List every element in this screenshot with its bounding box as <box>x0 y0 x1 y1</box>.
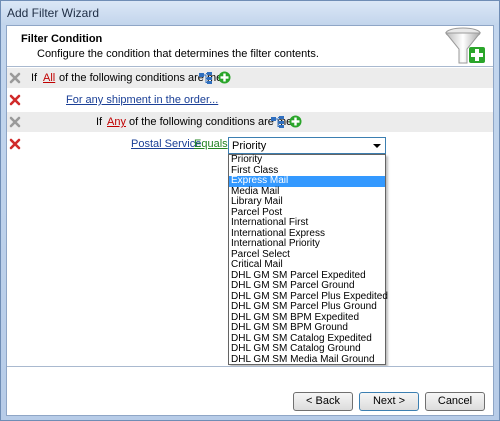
wizard-footer: < Back Next > Cancel <box>7 366 493 415</box>
window-title: Add Filter Wizard <box>7 6 100 20</box>
page-subtitle: Configure the condition that determines … <box>37 48 319 60</box>
delete-x-icon[interactable] <box>9 138 21 150</box>
if-label: If <box>31 72 38 84</box>
match-all-link[interactable]: All <box>43 72 55 84</box>
dropdown-option[interactable]: Express Mail <box>229 175 385 187</box>
delete-x-icon[interactable] <box>9 94 21 106</box>
delete-x-icon[interactable] <box>9 72 21 84</box>
dropdown-option[interactable]: DHL GM SM BPM Ground <box>229 322 385 334</box>
tree-group-icon[interactable] <box>199 72 213 84</box>
dropdown-option[interactable]: DHL GM SM Catalog Ground <box>229 343 385 355</box>
shipment-scope-link[interactable]: For any shipment in the order... <box>66 94 218 106</box>
match-any-link[interactable]: Any <box>107 116 126 128</box>
if-label: If <box>96 116 103 128</box>
add-plus-icon[interactable] <box>218 71 231 84</box>
postal-service-select[interactable]: Priority <box>228 137 386 154</box>
dropdown-option[interactable]: International First <box>229 217 385 229</box>
back-button[interactable]: < Back <box>293 392 353 411</box>
dropdown-option[interactable]: DHL GM SM Media Mail Ground <box>229 354 385 366</box>
dropdown-option[interactable]: International Priority <box>229 238 385 250</box>
shipment-scope-row: For any shipment in the order... <box>7 90 493 111</box>
wizard-header: Filter Condition Configure the condition… <box>7 26 493 67</box>
field-postal-service-link[interactable]: Postal Service <box>131 138 201 150</box>
dropdown-option[interactable]: Critical Mail <box>229 259 385 271</box>
condition-group-row-any: If Any of the following conditions are m… <box>7 112 493 133</box>
conditions-area: If All of the following conditions are m… <box>7 68 493 366</box>
cancel-button[interactable]: Cancel <box>425 392 485 411</box>
title-bar: Add Filter Wizard <box>1 1 499 25</box>
condition-group-row-all: If All of the following conditions are m… <box>7 68 493 89</box>
chevron-down-icon[interactable] <box>373 144 381 148</box>
dropdown-option[interactable]: Priority <box>229 154 385 166</box>
funnel-add-icon <box>444 27 485 64</box>
tree-group-icon[interactable] <box>271 116 285 128</box>
wizard-window: Add Filter Wizard Filter Condition Confi… <box>0 0 500 421</box>
wizard-client-area: Filter Condition Configure the condition… <box>6 25 494 416</box>
dropdown-option[interactable]: Library Mail <box>229 196 385 208</box>
add-plus-icon[interactable] <box>289 115 302 128</box>
next-button[interactable]: Next > <box>359 392 419 411</box>
postal-service-dropdown-list: Priority First Class Express Mail Media Mai… <box>228 154 388 366</box>
dropdown-option[interactable]: DHL GM SM Parcel Plus Ground <box>229 301 385 313</box>
page-title: Filter Condition <box>21 33 103 45</box>
selected-value: Priority <box>232 140 267 152</box>
delete-x-icon[interactable] <box>9 116 21 128</box>
operator-equals-link[interactable]: Equals <box>194 138 228 150</box>
dropdown-option[interactable]: DHL GM SM Parcel Ground <box>229 280 385 292</box>
